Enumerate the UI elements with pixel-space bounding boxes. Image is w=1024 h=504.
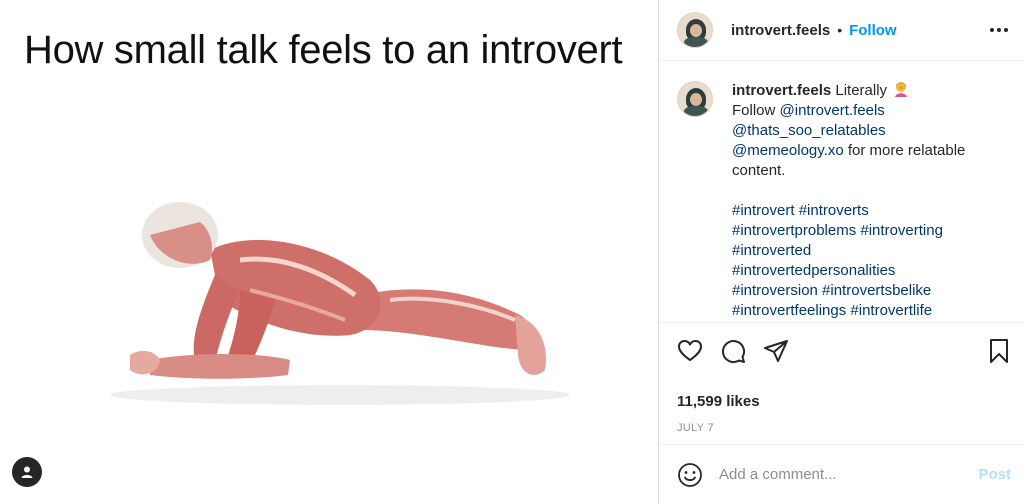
comment-input[interactable] [719,466,939,483]
post-header: introvert.feels • Follow [659,0,1024,61]
hashtag-line[interactable]: #introvertproblems #introverting [732,222,943,239]
avatar[interactable] [677,12,713,48]
caption-follow-text: Follow [732,102,780,119]
mention-link[interactable]: @memeology.xo [732,142,844,159]
smile-icon[interactable] [677,462,703,488]
hashtag-line[interactable]: #introvertedpersonalities [732,262,895,279]
post-caption: introvert.feels Literally Follow @introv… [732,81,992,322]
mention-link[interactable]: @thats_soo_relatables [732,122,886,139]
meme-caption: How small talk feels to an introvert [24,28,623,72]
caption-username[interactable]: introvert.feels [732,82,831,99]
person-icon [21,466,33,478]
caption-avatar[interactable] [677,81,713,117]
bookmark-icon[interactable] [986,338,1012,364]
add-comment-bar: Post [659,444,1024,504]
comment-icon[interactable] [720,338,746,364]
post-date[interactable]: JULY 7 [659,422,1024,434]
tagged-users-button[interactable] [12,457,42,487]
facepalm-emoji-icon [895,82,908,97]
hashtag-line[interactable]: #introversion #introvertsbelike [732,282,931,299]
hashtag-line[interactable]: #introvert #introverts [732,202,869,219]
caption-text: Literally [831,82,888,99]
hashtag-line[interactable]: #introverted [732,242,811,259]
heart-icon[interactable] [677,338,703,364]
post-button[interactable]: Post [978,466,1011,483]
comments-section: introvert.feels Literally Follow @introv… [659,61,1024,323]
likes-count[interactable]: 11,599 likes [659,393,1024,410]
share-icon[interactable] [763,338,789,364]
post-media[interactable]: How small talk feels to an introvert [0,0,658,504]
header-username[interactable]: introvert.feels [731,22,830,39]
follow-button[interactable]: Follow [849,22,897,39]
muscular-figure-plank-image [110,202,570,405]
separator-dot: • [837,22,843,38]
hashtag-line[interactable]: #introvertfeelings #introvertlife [732,302,932,319]
action-bar [659,323,1024,379]
more-options-icon[interactable] [990,28,1008,32]
mention-link[interactable]: @introvert.feels [780,102,885,119]
post-details-panel: introvert.feels • Follow introvert.feels… [658,0,1024,504]
